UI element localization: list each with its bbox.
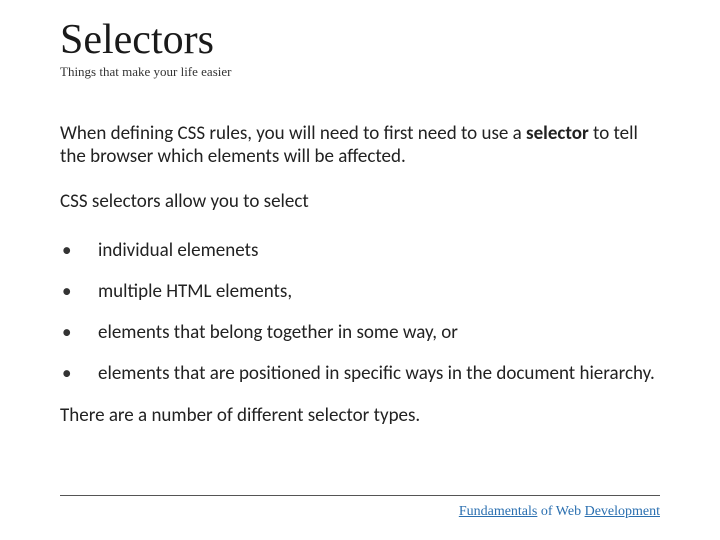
bullet-list: individual elemenets multiple HTML eleme… xyxy=(60,230,660,395)
intro-text-bold: selector xyxy=(526,122,589,145)
footer-word: Development xyxy=(585,504,660,519)
list-item: elements that are positioned in specific… xyxy=(60,353,660,394)
slide: Selectors Things that make your life eas… xyxy=(0,0,720,540)
list-item: multiple HTML elements, xyxy=(60,271,660,312)
closing-line: There are a number of different selector… xyxy=(60,404,660,427)
footer-word: of Web xyxy=(537,504,584,519)
lead-line: CSS selectors allow you to select xyxy=(60,190,660,213)
divider xyxy=(60,495,660,496)
list-item: individual elemenets xyxy=(60,230,660,271)
intro-paragraph: When defining CSS rules, you will need t… xyxy=(60,122,660,168)
list-item: elements that belong together in some wa… xyxy=(60,312,660,353)
footer-word: Fundamentals xyxy=(459,504,538,519)
slide-subtitle: Things that make your life easier xyxy=(60,64,660,80)
intro-text-pre: When defining CSS rules, you will need t… xyxy=(60,122,526,145)
footer-text: Fundamentals of Web Development xyxy=(459,504,660,520)
slide-title: Selectors xyxy=(60,18,660,62)
